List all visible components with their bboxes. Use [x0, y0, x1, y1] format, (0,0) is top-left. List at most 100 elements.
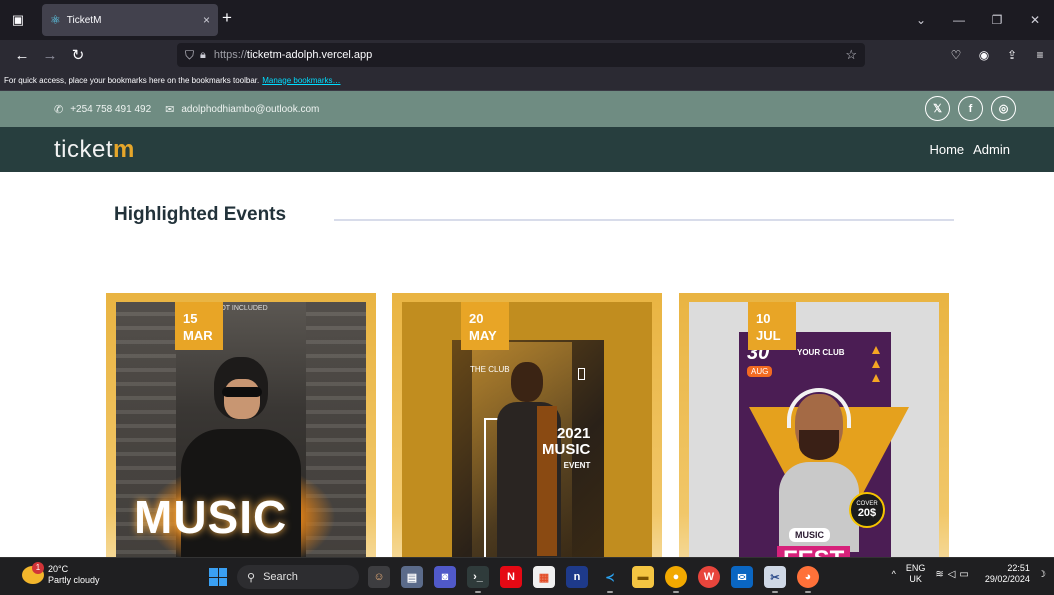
tracking-shield-icon[interactable]: ⛉ — [185, 48, 194, 63]
person-head — [511, 362, 543, 402]
instagram-icon[interactable]: ◎ — [991, 96, 1016, 121]
event-poster[interactable]: ES NOT INCLUDED MUSIC 15 MAR — [116, 302, 366, 568]
pocket-icon[interactable]: ♡ — [942, 48, 970, 62]
windows-taskbar: 1 20°C Partly cloudy ⚲ Search ☺ ▤ ◙ ›_ N… — [0, 557, 1054, 595]
reload-icon[interactable]: ↻ — [64, 46, 92, 64]
triangle-icon — [872, 346, 880, 354]
facebook-icon[interactable]: f — [958, 96, 983, 121]
account-icon[interactable]: ◉ — [970, 48, 998, 62]
show-hidden-icon[interactable]: ^ — [892, 569, 896, 579]
store-icon[interactable]: ▦ — [533, 566, 555, 588]
poster-logo-mark — [578, 368, 585, 380]
snipping-icon[interactable]: ✂ — [764, 566, 786, 593]
network-volume-battery-icons[interactable]: ≋◁▭ — [935, 569, 973, 580]
section-title: Highlighted Events — [114, 204, 287, 225]
teams-icon[interactable]: ◙ — [434, 566, 456, 588]
poster-music: MUSIC — [789, 528, 830, 542]
social-links: 𝕏 f ◎ — [917, 96, 1016, 121]
browser-nav-bar: ← → ↻ ⛉ 🔒︎ https:// ticketm-adolph.verce… — [0, 40, 1054, 70]
vscode-icon[interactable]: ≺ — [599, 566, 621, 593]
event-card[interactable]: 30 AUG YOUR CLUB COVER 20$ MUSIC FEST 10… — [679, 293, 949, 568]
close-window-icon[interactable]: ✕ — [1016, 13, 1054, 27]
screen: ▣ ⚛ TicketM × + ⌄ — ❐ ✕ ← → ↻ ⛉ 🔒︎ https… — [0, 0, 1054, 595]
chrome-icon[interactable]: ● — [665, 566, 687, 593]
firefox-icon[interactable]: ◕ — [797, 566, 819, 593]
nav-admin[interactable]: Admin — [973, 142, 1010, 157]
office-icon[interactable]: W — [698, 566, 720, 588]
back-icon[interactable]: ← — [8, 47, 36, 64]
bookmarks-hint: For quick access, place your bookmarks h… — [4, 75, 260, 85]
event-card[interactable]: ES NOT INCLUDED MUSIC 15 MAR — [106, 293, 376, 568]
minimize-icon[interactable]: — — [940, 13, 978, 27]
start-icon[interactable] — [209, 568, 227, 586]
event-month: JUL — [756, 328, 781, 343]
new-tab-button[interactable]: + — [222, 8, 232, 28]
nav-home[interactable]: Home — [929, 142, 964, 157]
tab-title: TicketM — [66, 14, 102, 26]
language-indicator[interactable]: ENG UK — [906, 563, 926, 585]
section-divider — [334, 219, 954, 221]
tab-close-icon[interactable]: × — [203, 13, 210, 27]
lang-top: ENG — [905, 563, 926, 573]
weather-temp: 20°C — [48, 564, 69, 574]
app-n-icon[interactable]: n — [566, 566, 588, 588]
main-content: Highlighted Events ES NOT INCLUDED MUSIC… — [0, 172, 1054, 568]
notifications-icon[interactable]: ☽ — [1038, 569, 1046, 580]
poster-club: YOUR CLUB — [797, 348, 845, 357]
site-nav: Home Admin — [929, 142, 1010, 157]
restore-icon[interactable]: ❐ — [978, 13, 1016, 27]
weather-desc: Partly cloudy — [48, 575, 100, 585]
event-poster[interactable]: THE CLUB 2021 MUSIC EVENT 20 MAY — [402, 302, 652, 568]
triangle-icon — [872, 374, 880, 382]
poster-title: MUSIC — [134, 491, 288, 543]
poster-sub: EVENT — [563, 461, 591, 470]
person-face — [224, 379, 260, 419]
menu-icon[interactable]: ≡ — [1026, 48, 1054, 62]
site-logo[interactable]: ticketm — [54, 136, 135, 164]
poster-cover-badge: COVER 20$ — [849, 492, 885, 528]
contact-phone[interactable]: ✆ +254 758 491 492 — [54, 103, 151, 116]
mail-app-icon[interactable]: ✉ — [731, 566, 753, 588]
file-explorer-icon[interactable]: ▬ — [632, 566, 654, 588]
widgets-icon[interactable]: ☺ — [368, 566, 390, 588]
logo-accent: m — [113, 135, 135, 163]
forward-icon[interactable]: → — [36, 47, 64, 64]
date: 29/02/2024 — [984, 574, 1030, 584]
taskbar-search[interactable]: ⚲ Search — [237, 565, 359, 589]
email-address: adolphodhiambo@outlook.com — [181, 103, 320, 115]
tab-ticketm[interactable]: ⚛ TicketM × — [42, 4, 218, 36]
netflix-icon[interactable]: N — [500, 566, 522, 588]
extensions-icon[interactable]: ⇪ — [998, 48, 1026, 62]
bookmark-star-icon[interactable]: ☆ — [845, 47, 857, 63]
x-icon[interactable]: 𝕏 — [925, 96, 950, 121]
list-tabs-icon[interactable]: ⌄ — [902, 13, 940, 27]
event-card[interactable]: THE CLUB 2021 MUSIC EVENT 20 MAY — [392, 293, 662, 568]
url-host: ticketm-adolph.vercel.app — [246, 49, 373, 61]
terminal-icon[interactable]: ›_ — [467, 566, 489, 593]
event-poster[interactable]: 30 AUG YOUR CLUB COVER 20$ MUSIC FEST 10… — [689, 302, 939, 568]
poster-year-block: 2021 MUSIC EVENT — [542, 426, 590, 474]
poster-price: 20$ — [857, 507, 877, 519]
tab-overview-icon[interactable]: ▣ — [0, 0, 36, 40]
url-protocol: https:// — [213, 49, 247, 61]
site-header: ticketm Home Admin — [0, 127, 1054, 172]
url-bar[interactable]: ⛉ 🔒︎ https:// ticketm-adolph.vercel.app … — [177, 43, 865, 67]
react-favicon-icon: ⚛ — [50, 13, 61, 27]
search-label: Search — [263, 571, 298, 583]
notification-badge: 1 — [32, 562, 44, 574]
task-view-icon[interactable]: ▤ — [401, 566, 423, 588]
manage-bookmarks-link[interactable]: Manage bookmarks… — [262, 76, 340, 85]
clock[interactable]: 22:51 29/02/2024 — [985, 563, 1030, 585]
bookmarks-toolbar: For quick access, place your bookmarks h… — [0, 70, 1054, 91]
poster-club: THE CLUB — [470, 365, 510, 374]
lock-icon[interactable]: 🔒︎ — [200, 49, 206, 62]
phone-number: +254 758 491 492 — [70, 103, 152, 115]
event-day: 10 — [756, 311, 771, 326]
contact-email[interactable]: ✉ adolphodhiambo@outlook.com — [165, 103, 319, 116]
taskbar-apps: ☺ ▤ ◙ ›_ N ▦ n ≺ ▬ ● W ✉ ✂ ◕ — [368, 566, 830, 593]
phone-icon: ✆ — [54, 103, 64, 116]
person-beard — [799, 430, 839, 460]
event-date-badge: 10 JUL — [748, 302, 796, 350]
poster-person — [779, 384, 859, 552]
weather-widget[interactable]: 1 20°C Partly cloudy — [22, 562, 100, 586]
